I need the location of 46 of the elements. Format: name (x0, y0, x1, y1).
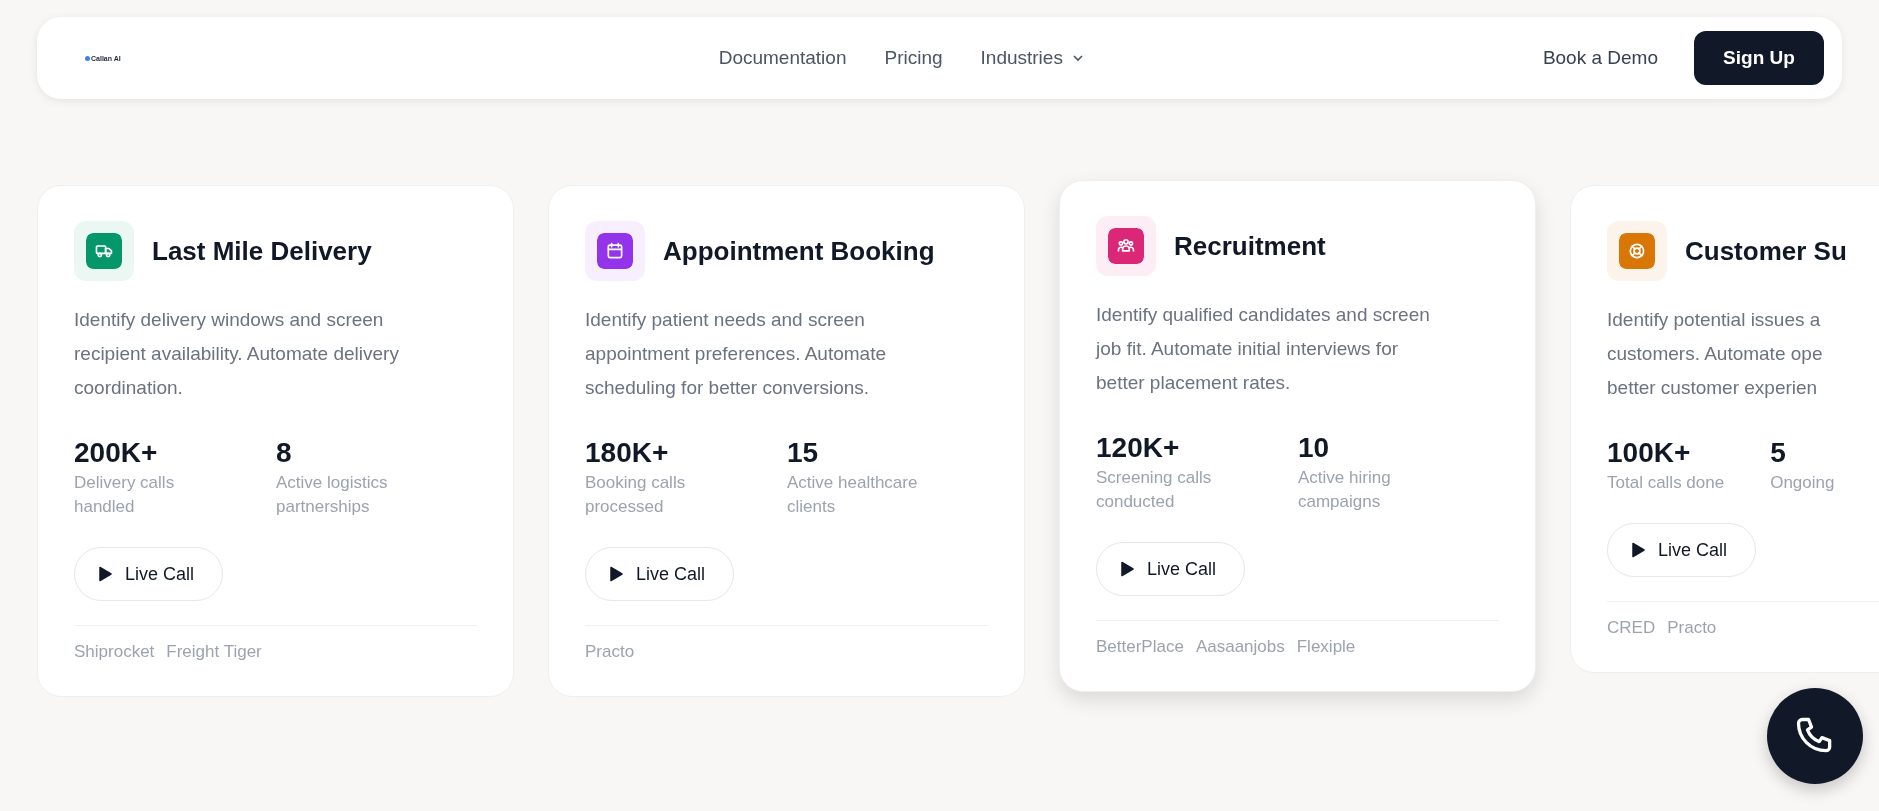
card-description: Identify patient needs and screen appointment preferences. Automate scheduling for better conversions. (585, 308, 888, 400)
card-description: Identify qualified candidates and screen job fit. Automate initial interviews for better placement rates. (1096, 303, 1431, 395)
stat-value: 180K+ (585, 437, 670, 469)
stat-label: Active healthcare clients (787, 472, 919, 518)
nav-link[interactable]: Pricing (884, 47, 943, 69)
stat-label: Delivery calls handled (74, 472, 176, 518)
sign-up-button[interactable]: Sign Up (1694, 31, 1824, 85)
partner-name: CRED (1607, 618, 1656, 638)
stat-label: Booking calls processed (585, 472, 687, 518)
stat-value: 8 (276, 437, 293, 469)
nav-dropdown[interactable]: Industries (980, 47, 1085, 69)
stat-label: Ongoing (1770, 472, 1835, 494)
stat-value: 10 (1298, 432, 1331, 464)
live-call-button[interactable]: Live Call (585, 547, 735, 601)
call-button[interactable] (1767, 688, 1863, 784)
stat-value: 120K+ (1096, 432, 1181, 464)
stat-value: 100K+ (1607, 437, 1692, 469)
stat-value: 5 (1770, 437, 1787, 469)
play-icon (1119, 561, 1135, 577)
nav-link[interactable]: Documentation (718, 47, 847, 69)
stat-value: 200K+ (74, 437, 159, 469)
card-title: Appointment Booking (663, 235, 935, 267)
partner-name: Flexiple (1296, 637, 1356, 657)
stat-value: 15 (787, 437, 820, 469)
play-icon (1630, 542, 1646, 558)
partner-name: Practo (585, 642, 635, 662)
card-title: Customer Su (1685, 235, 1847, 267)
stat-label: Total calls done (1607, 472, 1725, 494)
card-title: Last Mile Delivery (152, 235, 372, 267)
play-icon (97, 566, 113, 582)
live-call-button[interactable]: Live Call (1607, 523, 1757, 577)
card-description: Identify potential issues a customers. Automate ope better customer experien (1607, 308, 1824, 400)
partner-name: Freight Tiger (166, 642, 262, 662)
partner-name: Aasaanjobs (1195, 637, 1285, 657)
card-description: Identify delivery windows and screen recipient availability. Automate delivery coordination. (74, 308, 400, 400)
book-demo-link[interactable]: Book a Demo (1542, 47, 1658, 69)
stat-label: Screening calls conducted (1096, 467, 1213, 513)
play-icon (608, 566, 624, 582)
partner-name: Shiprocket (74, 642, 155, 662)
live-call-button[interactable]: Live Call (74, 547, 224, 601)
stat-label: Active hiring campaigns (1298, 467, 1392, 513)
partner-name: BetterPlace (1096, 637, 1184, 657)
live-call-button[interactable]: Live Call (1096, 542, 1246, 596)
partner-name: Practo (1667, 618, 1717, 638)
card-title: Recruitment (1174, 230, 1326, 262)
stat-label: Active logistics partnerships (276, 472, 389, 518)
